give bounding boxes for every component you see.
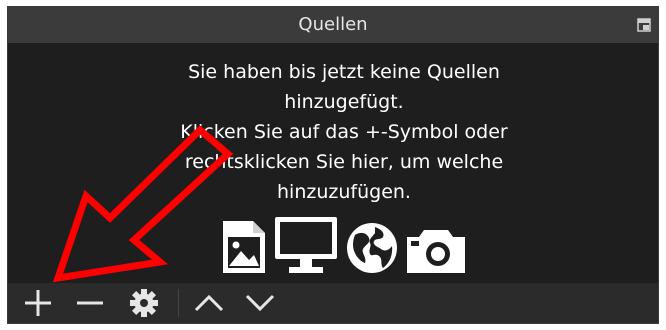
image-icon [223,221,265,273]
empty-message-line: Sie haben bis jetzt keine Quellen [188,61,500,83]
empty-message-line: hinzuzufügen. [277,181,411,203]
monitor-icon [275,217,337,273]
add-icon [25,290,51,316]
source-properties-button[interactable] [126,287,162,319]
sources-dock: Quellen Sie haben bis jetzt keine Quelle… [7,6,659,324]
empty-sources-message[interactable]: Sie haben bis jetzt keine Quellen hinzug… [128,57,560,207]
dock-titlebar: Quellen [8,7,658,43]
sources-toolbar [8,283,658,323]
remove-source-button[interactable] [72,287,108,319]
toolbar-separator [178,289,179,317]
dock-title: Quellen [298,14,368,35]
move-up-icon [194,294,224,312]
globe-icon [347,223,397,273]
move-source-down-button[interactable] [242,287,278,319]
add-source-button[interactable] [20,287,56,319]
source-type-icons [221,213,467,275]
camera-icon [407,230,465,273]
move-source-up-button[interactable] [191,287,227,319]
remove-icon [77,301,103,305]
move-down-icon [245,294,275,312]
undock-icon[interactable] [637,18,651,32]
settings-icon [130,289,158,317]
empty-message-line: hinzugefügt. [284,91,404,113]
empty-message-line: rechtsklicken Sie hier, um welche [184,151,504,173]
empty-message-line: Klicken Sie auf das +-Symbol oder [180,121,508,143]
